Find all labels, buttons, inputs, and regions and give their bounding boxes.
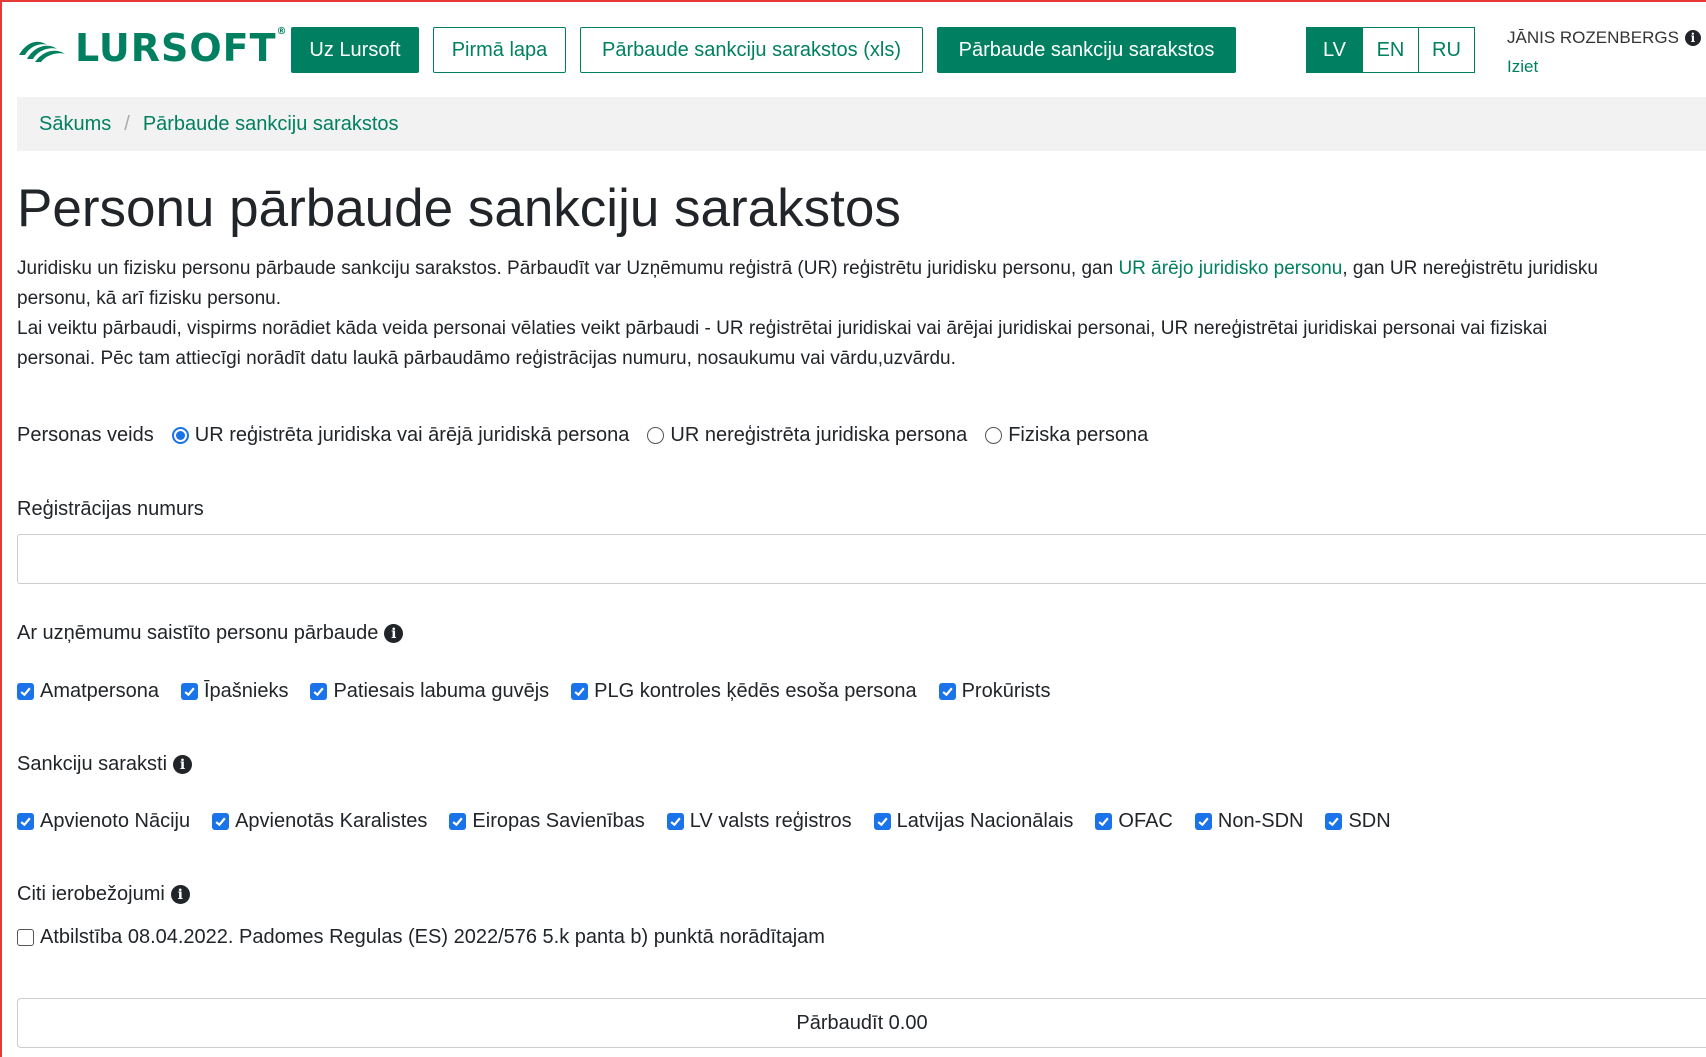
logo-text: LURSOFT® — [75, 26, 288, 70]
related-person-checkbox-label: Amatpersona — [40, 680, 159, 702]
person-type-row: Personas veids UR reģistrēta juridiska v… — [17, 424, 1148, 447]
info-icon[interactable]: i — [384, 624, 404, 643]
checkbox-checked-icon[interactable] — [938, 683, 956, 700]
user-name-label: JĀNIS ROZENBERGS — [1507, 28, 1679, 47]
checkbox-checked-icon[interactable] — [571, 683, 589, 700]
logout-link[interactable]: Iziet — [1507, 57, 1538, 77]
checkbox-checked-icon[interactable] — [17, 683, 34, 700]
check-submit-button[interactable]: Pārbaudīt 0.00 — [17, 998, 1706, 1048]
user-name: JĀNIS ROZENBERGS i — [1507, 28, 1701, 48]
sanction-list-checkbox-label: Non-SDN — [1217, 810, 1304, 832]
related-person-checkbox-label: Prokūrists — [961, 680, 1051, 702]
checkbox-checked-icon[interactable] — [1325, 813, 1343, 830]
other-restrictions-row: Atbilstība 08.04.2022. Padomes Regulas (… — [17, 926, 847, 949]
checkbox-checked-icon[interactable] — [212, 813, 230, 830]
person-type-label: Personas veids — [17, 424, 154, 446]
foreign-entity-link[interactable]: UR ārējo juridisko personu — [1118, 258, 1342, 279]
page-title: Personu pārbaude sankciju sarakstos — [17, 179, 901, 238]
nav-home-button[interactable]: Pirmā lapa — [433, 27, 566, 73]
radio-unchecked-icon[interactable] — [647, 427, 665, 444]
reg-number-label: Reģistrācijas numurs — [17, 498, 204, 520]
related-person-checkbox[interactable]: Īpašnieks — [180, 680, 289, 703]
intro-p1-text: Juridisku un fizisku personu pārbaude sa… — [17, 258, 1119, 279]
intro-paragraph-2: Lai veiktu pārbaudi, vispirms norādiet k… — [17, 318, 1548, 369]
info-icon[interactable]: i — [1684, 30, 1701, 46]
sanction-lists-label-row: Sankciju saraksti i — [17, 753, 193, 776]
checkbox-checked-icon[interactable] — [17, 813, 34, 830]
sanction-list-checkbox-label: Eiropas Savienības — [472, 810, 645, 832]
sanction-list-checkbox[interactable]: Apvienoto Nāciju — [17, 810, 190, 833]
sanction-list-checkbox-label: Apvienotās Karalistes — [235, 810, 428, 832]
info-icon[interactable]: i — [173, 755, 193, 774]
intro-text: Juridisku un fizisku personu pārbaude sa… — [17, 254, 1607, 374]
lursoft-logo[interactable]: LURSOFT® — [17, 26, 288, 70]
frame-border-top — [0, 0, 1706, 2]
related-persons-checkboxes: Amatpersona Īpašnieks Patiesais labuma guv… — [17, 680, 1072, 703]
radio-checked-icon[interactable] — [171, 427, 189, 444]
frame-border-left — [0, 0, 2, 1057]
breadcrumb-current-link[interactable]: Pārbaude sankciju sarakstos — [143, 113, 399, 136]
lang-lv-button[interactable]: LV — [1306, 27, 1363, 73]
radio-registered-legal[interactable]: UR reģistrēta juridiska vai ārējā juridi… — [171, 424, 630, 447]
related-persons-label: Ar uzņēmumu saistīto personu pārbaude — [17, 622, 379, 644]
intro-paragraph-1: Juridisku un fizisku personu pārbaude sa… — [17, 254, 1607, 314]
sanction-list-checkbox[interactable]: SDN — [1325, 810, 1391, 833]
regulation-checkbox[interactable]: Atbilstība 08.04.2022. Padomes Regulas (… — [17, 926, 825, 949]
logo-wave-icon — [19, 41, 65, 62]
checkbox-checked-icon[interactable] — [310, 683, 328, 700]
related-person-checkbox[interactable]: PLG kontroles ķēdēs esoša persona — [571, 680, 917, 703]
reg-number-label-row: Reģistrācijas numurs — [17, 498, 204, 521]
checkbox-checked-icon[interactable] — [1095, 813, 1113, 830]
checkbox-checked-icon[interactable] — [666, 813, 684, 830]
nav-about-button[interactable]: Uz Lursoft — [291, 27, 419, 73]
related-person-checkbox[interactable]: Patiesais labuma guvējs — [310, 680, 549, 703]
radio-unregistered-legal-label: UR nereģistrēta juridiska persona — [670, 424, 968, 446]
sanction-list-checkbox-label: Latvijas Nacionālais — [896, 810, 1074, 832]
nav-check-xls-button[interactable]: Pārbaude sankciju sarakstos (xls) — [580, 27, 923, 73]
sanction-list-checkbox-label: SDN — [1348, 810, 1391, 832]
related-person-checkbox[interactable]: Amatpersona — [17, 680, 159, 703]
sanction-lists-label: Sankciju saraksti — [17, 753, 168, 775]
info-icon[interactable]: i — [170, 885, 190, 904]
radio-natural-person[interactable]: Fiziska persona — [985, 424, 1148, 447]
checkbox-checked-icon[interactable] — [1194, 813, 1212, 830]
breadcrumb-home-link[interactable]: Sākums — [39, 113, 111, 136]
related-person-checkbox-label: PLG kontroles ķēdēs esoša persona — [594, 680, 917, 702]
checkbox-unchecked-icon[interactable] — [17, 929, 34, 946]
nav-check-button[interactable]: Pārbaude sankciju sarakstos — [937, 27, 1236, 73]
radio-unregistered-legal[interactable]: UR nereģistrēta juridiska persona — [647, 424, 967, 447]
sanction-list-checkbox-label: Apvienoto Nāciju — [40, 810, 191, 832]
language-switcher: LV EN RU — [1306, 27, 1475, 73]
sanction-list-checkbox[interactable]: Latvijas Nacionālais — [873, 810, 1074, 833]
related-person-checkbox-label: Īpašnieks — [203, 680, 289, 702]
sanction-list-checkbox-label: LV valsts reģistros — [689, 810, 852, 832]
breadcrumb: Sākums / Pārbaude sankciju sarakstos — [17, 97, 1706, 151]
radio-unchecked-icon[interactable] — [985, 427, 1003, 444]
sanction-list-checkbox[interactable]: Non-SDN — [1194, 810, 1304, 833]
sanction-lists-checkboxes: Apvienoto Nāciju Apvienotās Karalistes Eir… — [17, 810, 1413, 833]
checkbox-checked-icon[interactable] — [449, 813, 467, 830]
regulation-checkbox-label: Atbilstība 08.04.2022. Padomes Regulas (… — [40, 926, 825, 948]
sanction-list-checkbox[interactable]: Apvienotās Karalistes — [212, 810, 427, 833]
breadcrumb-separator: / — [124, 112, 130, 135]
lang-ru-button[interactable]: RU — [1418, 27, 1475, 73]
sanction-list-checkbox[interactable]: OFAC — [1095, 810, 1173, 833]
related-person-checkbox-label: Patiesais labuma guvējs — [333, 680, 550, 702]
checkbox-checked-icon[interactable] — [180, 683, 198, 700]
other-restrictions-label-row: Citi ierobežojumi i — [17, 883, 190, 906]
related-person-checkbox[interactable]: Prokūrists — [938, 680, 1051, 703]
radio-natural-person-label: Fiziska persona — [1008, 424, 1149, 446]
sanction-list-checkbox[interactable]: Eiropas Savienības — [449, 810, 645, 833]
radio-registered-legal-label: UR reģistrēta juridiska vai ārējā juridi… — [194, 424, 630, 446]
sanction-list-checkbox[interactable]: LV valsts reģistros — [666, 810, 852, 833]
sanction-list-checkbox-label: OFAC — [1118, 810, 1173, 832]
reg-number-input[interactable] — [17, 534, 1706, 584]
lang-en-button[interactable]: EN — [1362, 27, 1419, 73]
checkbox-checked-icon[interactable] — [873, 813, 891, 830]
related-persons-label-row: Ar uzņēmumu saistīto personu pārbaude i — [17, 622, 404, 645]
other-restrictions-label: Citi ierobežojumi — [17, 883, 165, 905]
